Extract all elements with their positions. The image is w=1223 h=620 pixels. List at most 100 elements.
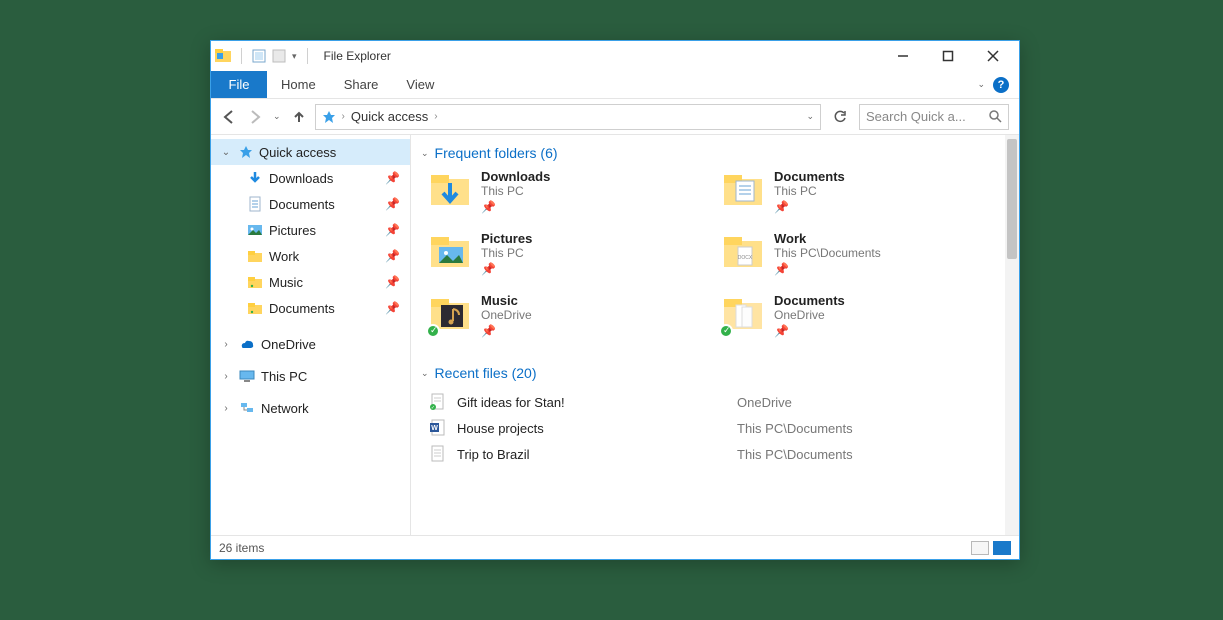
search-input[interactable]: Search Quick a... (859, 104, 1009, 130)
group-label: Frequent folders (435, 145, 537, 161)
chevron-right-icon[interactable]: › (219, 403, 233, 414)
nav-item-label: Downloads (269, 171, 333, 186)
folder-location: OneDrive (774, 308, 845, 322)
status-item-count: 26 items (219, 541, 264, 555)
chevron-down-icon[interactable]: ⌄ (219, 147, 233, 158)
content-pane: ⌄ Frequent folders (6) Downloads This PC… (411, 135, 1019, 535)
frequent-folders-grid: Downloads This PC 📌 Documents This PC (421, 169, 995, 347)
pin-icon: 📌 (385, 171, 400, 185)
nav-up-button[interactable] (291, 109, 307, 125)
folder-card-music[interactable]: Music OneDrive 📌 (429, 293, 702, 347)
chevron-right-icon[interactable]: › (434, 111, 437, 122)
folder-name: Documents (774, 293, 845, 308)
folder-name: Downloads (481, 169, 550, 184)
folder-location: This PC (774, 184, 845, 198)
separator (241, 48, 242, 64)
nav-network[interactable]: › Network (211, 395, 410, 421)
folder-card-documents[interactable]: Documents This PC 📌 (722, 169, 995, 223)
folder-card-work[interactable]: DOCX Work This PC\Documents 📌 (722, 231, 995, 285)
pin-icon: 📌 (481, 324, 532, 338)
svg-text:W: W (431, 425, 438, 432)
this-pc-icon (239, 368, 255, 384)
tab-home[interactable]: Home (267, 71, 330, 98)
scrollbar-thumb[interactable] (1007, 139, 1017, 259)
file-tab[interactable]: File (211, 71, 267, 98)
tab-share[interactable]: Share (330, 71, 393, 98)
folder-name: Work (774, 231, 881, 246)
nav-onedrive[interactable]: › OneDrive (211, 331, 410, 357)
chevron-down-icon[interactable]: ⌄ (421, 148, 429, 159)
qat-dropdown-icon[interactable]: ▾ (292, 51, 297, 62)
nav-back-button[interactable] (221, 109, 237, 125)
breadcrumb[interactable]: Quick access (351, 109, 428, 124)
network-icon (239, 400, 255, 416)
chevron-down-icon[interactable]: ⌄ (421, 368, 429, 379)
folder-location: This PC (481, 246, 532, 260)
pin-icon: 📌 (385, 249, 400, 263)
ribbon-expand-icon[interactable]: ⌄ (977, 79, 985, 90)
sync-badge-icon (426, 324, 440, 338)
file-location: This PC\Documents (737, 447, 853, 462)
chevron-right-icon[interactable]: › (219, 339, 233, 350)
maximize-button[interactable] (925, 41, 970, 71)
status-bar: 26 items (211, 535, 1019, 559)
chevron-right-icon[interactable]: › (219, 371, 233, 382)
group-frequent-folders[interactable]: ⌄ Frequent folders (6) (421, 145, 995, 161)
nav-item-label: Work (269, 249, 299, 264)
file-explorer-window: ▾ File Explorer File Home Share View ⌄ ? (210, 40, 1020, 560)
pin-icon: 📌 (385, 275, 400, 289)
nav-item-label: Documents (269, 197, 335, 212)
tab-view[interactable]: View (392, 71, 448, 98)
file-row[interactable]: W House projects This PC\Documents (429, 415, 995, 441)
text-file-icon (429, 445, 447, 463)
search-placeholder: Search Quick a... (866, 109, 966, 124)
chevron-right-icon[interactable]: › (342, 111, 345, 122)
folder-icon (247, 248, 263, 264)
scrollbar[interactable] (1005, 135, 1019, 535)
file-row[interactable]: Trip to Brazil This PC\Documents (429, 441, 995, 467)
nav-item-documents[interactable]: Documents 📌 (211, 191, 410, 217)
nav-item-downloads[interactable]: Downloads 📌 (211, 165, 410, 191)
folder-card-downloads[interactable]: Downloads This PC 📌 (429, 169, 702, 223)
file-row[interactable]: ✓ Gift ideas for Stan! OneDrive (429, 389, 995, 415)
quick-access-star-icon (239, 145, 253, 159)
window-title: File Explorer (324, 49, 391, 63)
help-icon[interactable]: ? (993, 77, 1009, 93)
download-icon (247, 170, 263, 186)
address-dropdown-icon[interactable]: ⌄ (806, 111, 814, 122)
qat-icon-1[interactable] (252, 49, 266, 63)
folder-name: Documents (774, 169, 845, 184)
nav-item-music[interactable]: Music 📌 (211, 269, 410, 295)
search-icon (989, 110, 1002, 123)
address-bar[interactable]: › Quick access › ⌄ (315, 104, 821, 130)
close-button[interactable] (970, 41, 1015, 71)
nav-forward-button[interactable] (247, 109, 263, 125)
svg-text:DOCX: DOCX (738, 255, 753, 261)
qat-icon-2[interactable] (272, 49, 286, 63)
onedrive-icon (239, 336, 255, 352)
nav-this-pc[interactable]: › This PC (211, 363, 410, 389)
nav-item-documents-2[interactable]: Documents 📌 (211, 295, 410, 321)
minimize-button[interactable] (880, 41, 925, 71)
nav-item-pictures[interactable]: Pictures 📌 (211, 217, 410, 243)
nav-quick-access[interactable]: ⌄ Quick access (211, 139, 410, 165)
quick-access-star-icon (322, 110, 336, 124)
nav-item-work[interactable]: Work 📌 (211, 243, 410, 269)
ribbon-tabs: File Home Share View ⌄ ? (211, 71, 1019, 99)
refresh-button[interactable] (829, 110, 851, 124)
view-details-button[interactable] (971, 541, 989, 555)
nav-label: This PC (261, 369, 307, 384)
nav-label: Quick access (259, 145, 336, 160)
folder-location: OneDrive (481, 308, 532, 322)
nav-recent-dropdown-icon[interactable]: ⌄ (273, 111, 281, 122)
nav-item-label: Music (269, 275, 303, 290)
pin-icon: 📌 (481, 262, 532, 276)
pictures-icon (247, 222, 263, 238)
pin-icon: 📌 (774, 200, 845, 214)
view-large-icons-button[interactable] (993, 541, 1011, 555)
group-label: Recent files (435, 365, 508, 381)
folder-card-pictures[interactable]: Pictures This PC 📌 (429, 231, 702, 285)
group-recent-files[interactable]: ⌄ Recent files (20) (421, 365, 995, 381)
folder-card-documents-onedrive[interactable]: Documents OneDrive 📌 (722, 293, 995, 347)
address-bar-row: ⌄ › Quick access › ⌄ Search Quick a... (211, 99, 1019, 135)
